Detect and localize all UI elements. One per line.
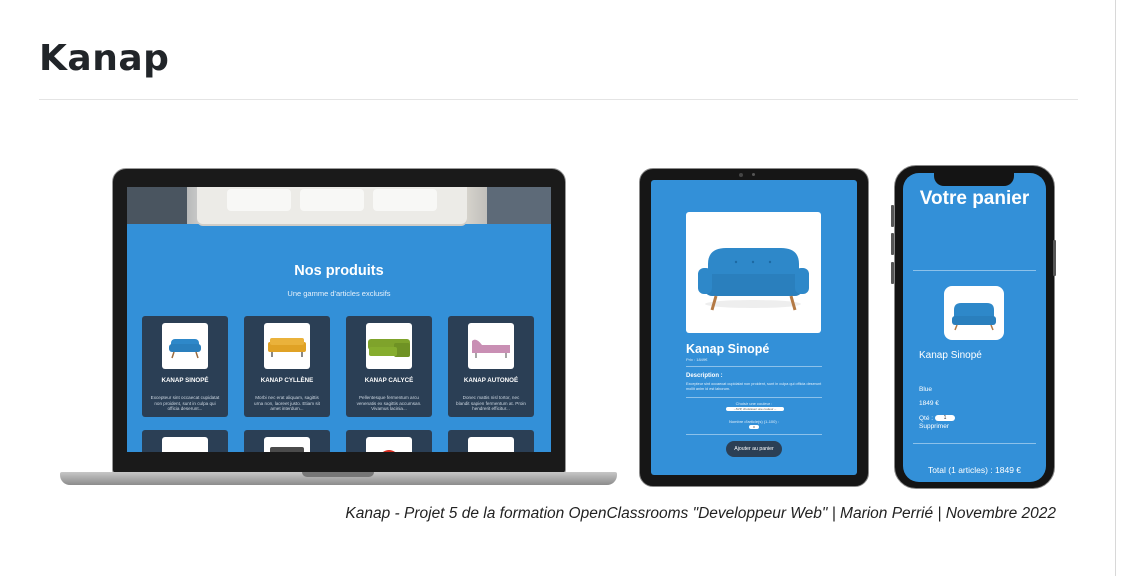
product-image: [162, 323, 208, 369]
product-card[interactable]: KANAP CALYCÉ Pellentesque fermentum arcu…: [346, 316, 432, 417]
color-label: Choisir une couleur :: [735, 401, 773, 406]
camera-icon: [739, 173, 743, 177]
add-to-cart-button[interactable]: Ajouter au panier: [726, 441, 782, 457]
delete-item-link[interactable]: Supprimer: [919, 423, 949, 430]
laptop-screen: Nos produits Une gamme d'articles exclus…: [127, 187, 551, 452]
divider: [913, 270, 1036, 271]
product-image: [686, 212, 821, 333]
hero-sofa-image: [197, 187, 467, 224]
phone-side-button: [891, 262, 894, 284]
product-description: Morbi nec erat aliquam, sagittis urna no…: [254, 395, 320, 412]
product-name: KANAP CALYCÉ: [364, 377, 414, 384]
color-select[interactable]: --SVP, choisissez une couleur --: [726, 407, 784, 411]
divider: [686, 397, 822, 398]
product-image: [264, 437, 310, 452]
quantity-input[interactable]: 0: [749, 425, 759, 429]
color-select-value: --SVP, choisissez une couleur --: [733, 407, 777, 411]
cart-item-image: [944, 286, 1004, 340]
product-card[interactable]: KANAP AUTONOÉ Donec mattis nisl tortor, …: [448, 316, 534, 417]
quantity-label: Qté :: [919, 415, 934, 422]
cart-item-color: Blue: [919, 386, 933, 393]
product-image: [264, 323, 310, 369]
product-card[interactable]: [346, 430, 432, 452]
product-card[interactable]: [448, 430, 534, 452]
tablet-screen: Kanap Sinopé Prix : 1849€ Description : …: [651, 180, 857, 475]
product-image: [366, 437, 412, 452]
products-heading: Nos produits: [294, 263, 384, 279]
phone-side-button: [891, 233, 894, 255]
page-title: Kanap: [39, 38, 170, 79]
cart-title: Votre panier: [919, 188, 1030, 209]
divider: [686, 434, 822, 435]
page-scrollbar[interactable]: [1115, 0, 1132, 576]
phone-side-button: [891, 205, 894, 227]
product-card[interactable]: [244, 430, 330, 452]
product-name: KANAP AUTONOÉ: [463, 377, 519, 384]
quantity-input[interactable]: 1: [935, 415, 955, 421]
product-card[interactable]: KANAP CYLLÈNE Morbi nec erat aliquam, sa…: [244, 316, 330, 417]
divider: [913, 443, 1036, 444]
products-subheading: Une gamme d'articles exclusifs: [287, 289, 391, 298]
image-caption: Kanap - Projet 5 de la formation OpenCla…: [345, 505, 1056, 522]
product-image: [366, 323, 412, 369]
product-card[interactable]: [142, 430, 228, 452]
title-divider: [39, 99, 1078, 100]
cart-total: Total (1 articles) : 1849 €: [927, 465, 1022, 475]
product-name: KANAP CYLLÈNE: [260, 377, 314, 384]
description-heading: Description :: [686, 373, 723, 379]
product-title: Kanap Sinopé: [686, 342, 770, 356]
quantity-label: Nombre d'article(s) (1-100) :: [729, 419, 779, 424]
product-description: Pellentesque fermentum arcu venenatis ex…: [356, 395, 422, 412]
sensor-icon: [752, 173, 755, 176]
product-image: [468, 323, 514, 369]
product-description: Excepteur sint occaecat cupidatat non pr…: [686, 382, 822, 391]
product-description: Donec mattis nisl tortor, nec blandit sa…: [456, 395, 526, 412]
laptop-notch: [302, 472, 374, 477]
quantity-value: 0: [753, 425, 755, 429]
product-card[interactable]: KANAP SINOPÉ Excepteur sint occaecat cup…: [142, 316, 228, 417]
phone-notch: [934, 173, 1014, 186]
hero-banner-image: [127, 187, 551, 224]
product-image: [468, 437, 514, 452]
product-name: KANAP SINOPÉ: [161, 377, 209, 384]
divider: [686, 366, 822, 367]
cart-item-price: 1849 €: [919, 400, 939, 407]
cart-item-name: Kanap Sinopé: [919, 350, 982, 361]
phone-screen: Votre panier Kanap Sinopé Blue 1849 € Qt…: [903, 173, 1046, 482]
product-description: Excepteur sint occaecat cupidatat non pr…: [150, 395, 220, 412]
product-price: Prix : 1849€: [686, 357, 708, 362]
product-image: [162, 437, 208, 452]
phone-power-button: [1053, 240, 1056, 276]
